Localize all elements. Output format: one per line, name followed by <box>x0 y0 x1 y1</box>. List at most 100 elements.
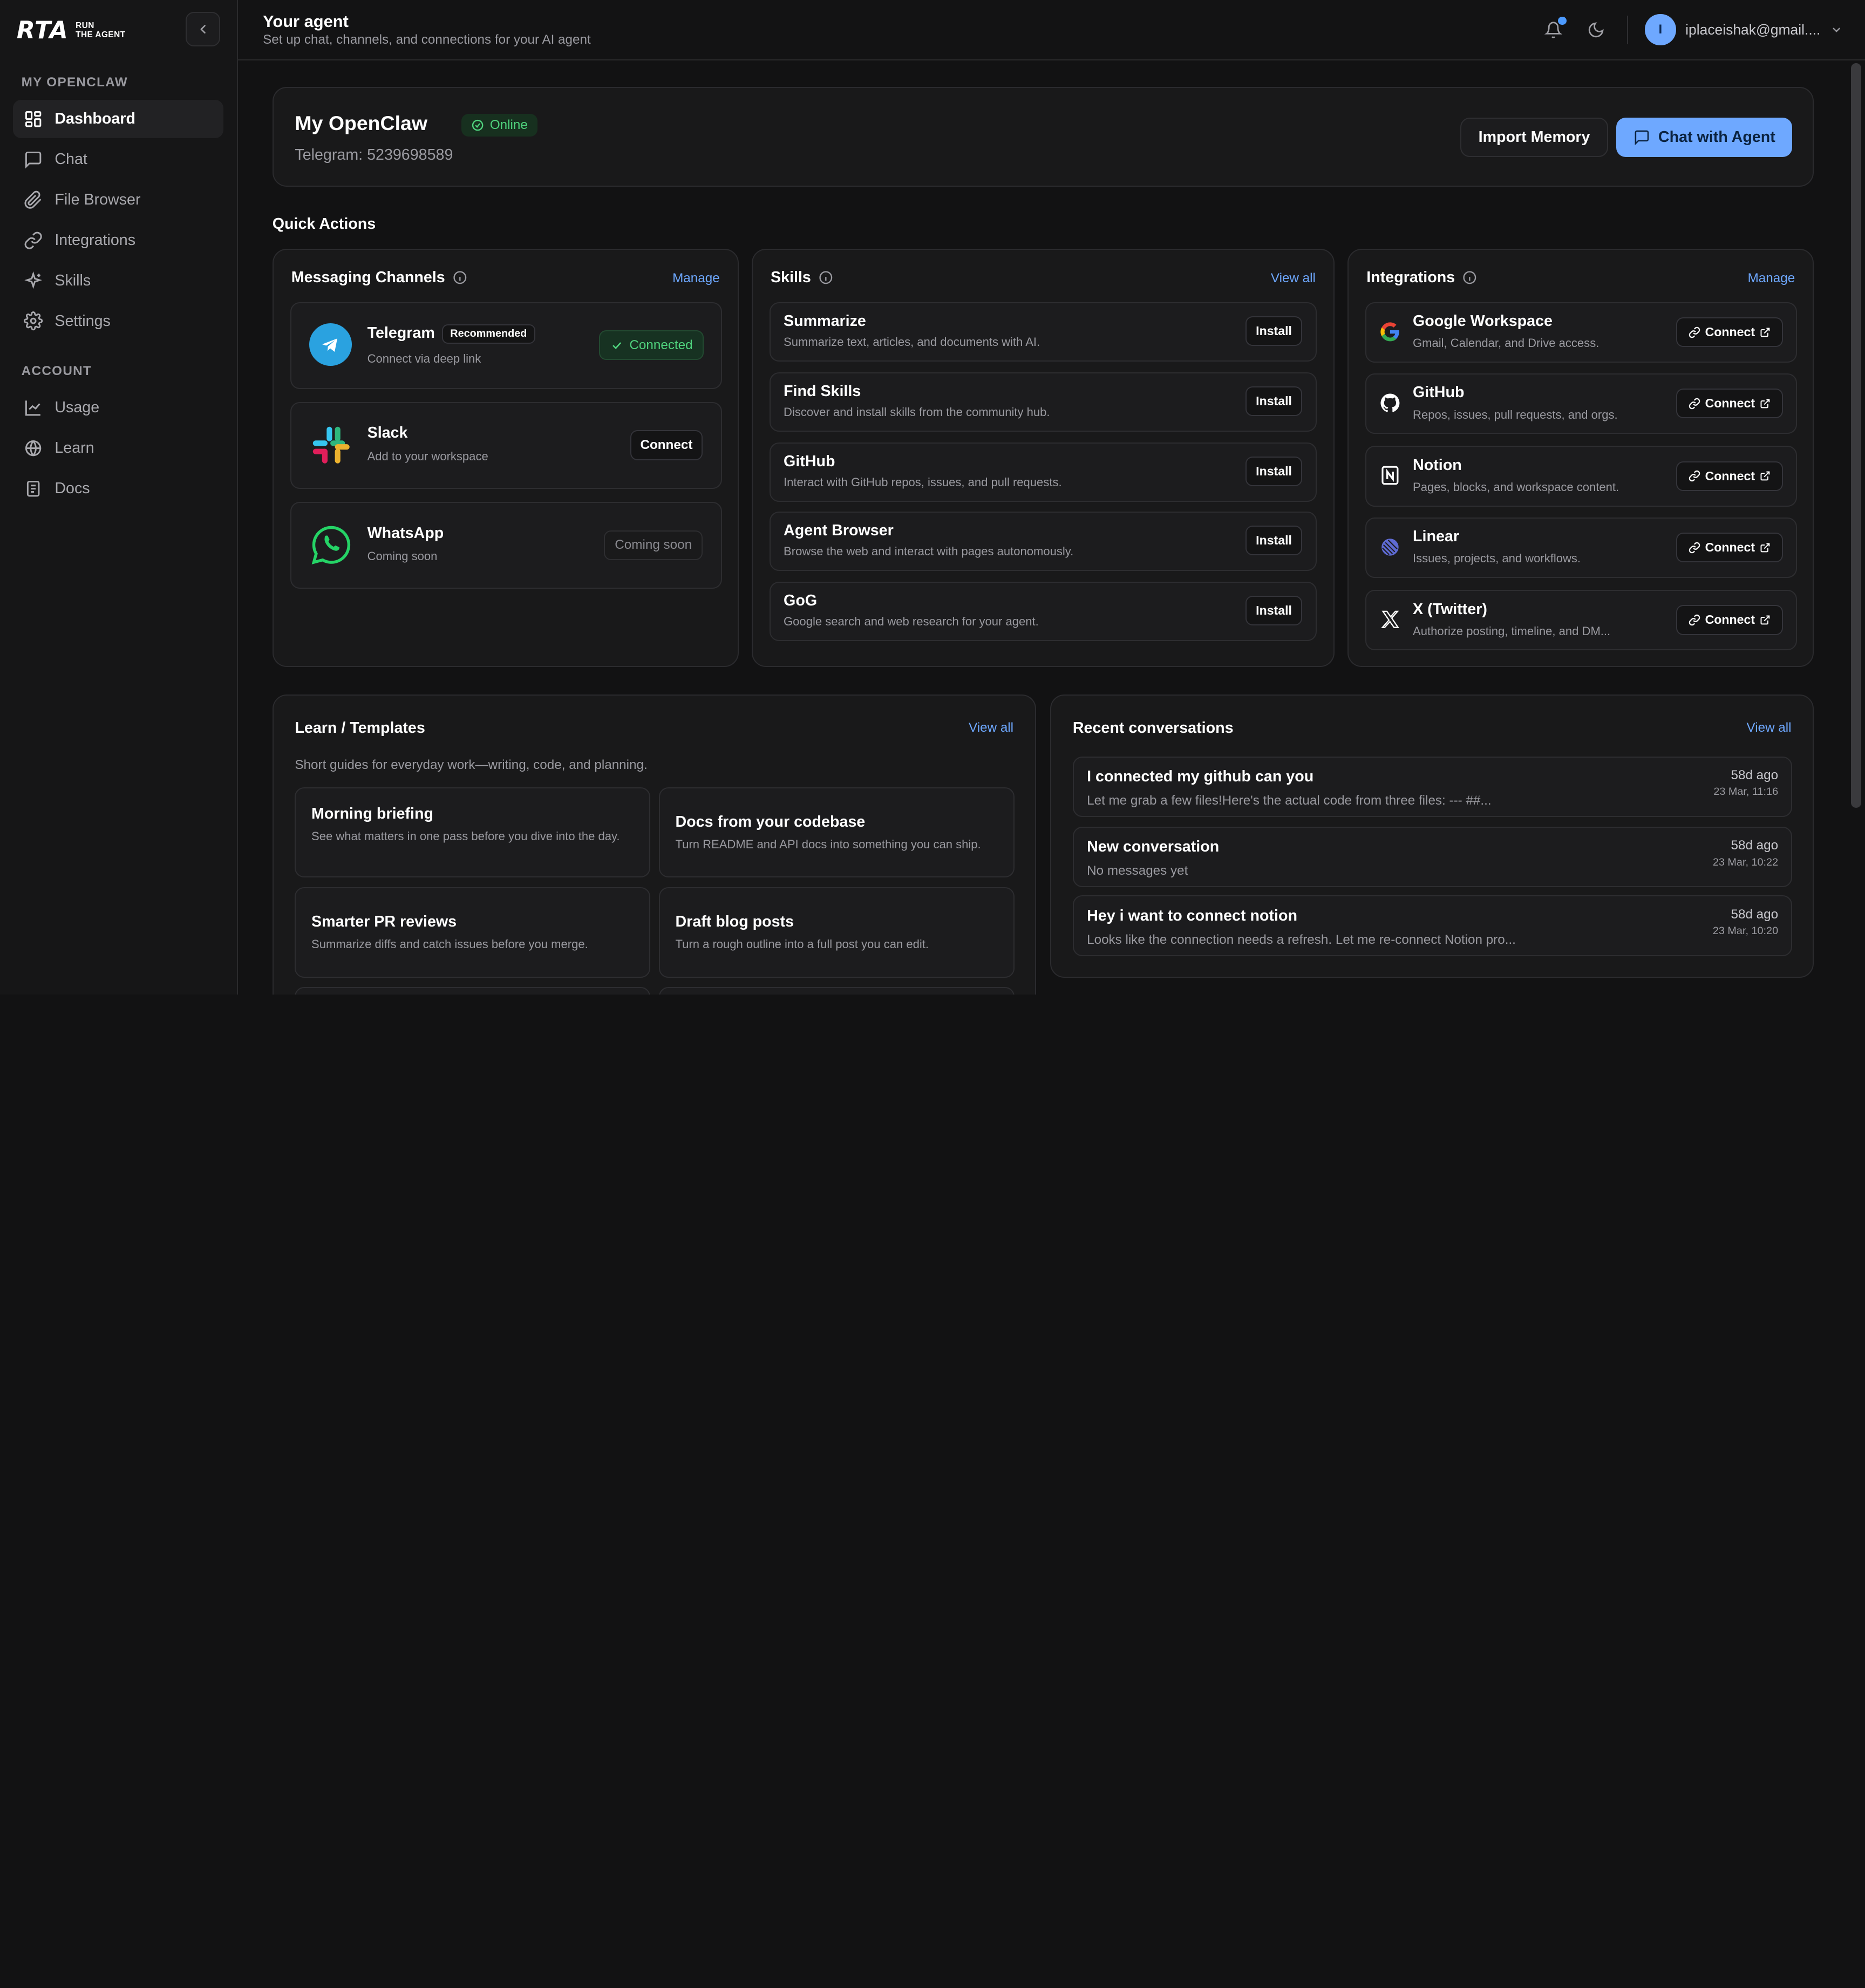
sidebar-item-label: Integrations <box>55 231 136 249</box>
sidebar-item-label: Skills <box>55 271 91 289</box>
theme-toggle-button[interactable] <box>1583 17 1609 43</box>
skills-view-all-link[interactable]: View all <box>1271 271 1316 286</box>
messaging-channels-card: Messaging Channels Manage Telegram Recomm… <box>272 248 739 668</box>
install-gog-button[interactable]: Install <box>1245 595 1303 625</box>
conversation-row[interactable]: Hey i want to connect notion Looks like … <box>1072 895 1793 956</box>
link-icon <box>1689 614 1700 626</box>
link-icon <box>1689 542 1700 553</box>
skills-card: Skills View all Summarize Summarize text… <box>751 248 1335 668</box>
integration-desc: Authorize posting, timeline, and DM... <box>1413 624 1611 638</box>
template-card[interactable]: Draft blog posts Turn a rough outline in… <box>658 887 1015 978</box>
page-title: Your agent <box>263 12 349 31</box>
sidebar-item-label: Chat <box>55 150 87 168</box>
main-scrollbar[interactable] <box>1850 63 1862 808</box>
install-github-button[interactable]: Install <box>1245 456 1303 487</box>
external-link-icon <box>1760 615 1770 625</box>
connect-github-button[interactable]: Connect <box>1676 389 1783 419</box>
chat-with-agent-button[interactable]: Chat with Agent <box>1616 117 1793 157</box>
install-find-skills-button[interactable]: Install <box>1245 386 1303 416</box>
link-icon <box>1689 471 1700 482</box>
sidebar-item-label: Dashboard <box>55 110 135 127</box>
sidebar-item-dashboard[interactable]: Dashboard <box>13 100 224 138</box>
template-card[interactable]: Morning briefing See what matters in one… <box>295 787 651 878</box>
recent-conversations-card: Recent conversations View all I connecte… <box>1050 695 1814 978</box>
manage-integrations-link[interactable]: Manage <box>1748 271 1795 286</box>
integration-row-x: X (Twitter) Authorize posting, timeline,… <box>1365 590 1798 651</box>
channel-desc: Add to your workspace <box>367 449 488 463</box>
connect-x-button[interactable]: Connect <box>1676 605 1783 635</box>
skill-name: Summarize <box>784 312 866 330</box>
connect-linear-button[interactable]: Connect <box>1676 533 1783 563</box>
sidebar-item-file-browser[interactable]: File Browser <box>13 181 223 219</box>
sparkle-icon <box>24 271 43 289</box>
notification-dot <box>1558 16 1567 25</box>
slack-connect-button[interactable]: Connect <box>630 430 703 460</box>
user-menu[interactable]: I iplaceishak@gmail.... <box>1645 14 1843 45</box>
sidebar-item-label: Learn <box>55 439 94 457</box>
recent-view-all-link[interactable]: View all <box>1746 720 1791 736</box>
brand-logo[interactable]: RTA RUN THE AGENT <box>17 17 126 44</box>
sidebar-item-usage[interactable]: Usage <box>13 389 223 427</box>
skill-name: GoG <box>784 592 818 610</box>
main-content: My OpenClaw Online Telegram: 5239698589 … <box>238 60 1865 995</box>
info-icon[interactable] <box>452 270 468 285</box>
sidebar-section-account: ACCOUNT <box>21 364 92 379</box>
connect-google-button[interactable]: Connect <box>1676 317 1783 348</box>
sidebar-item-label: Settings <box>55 312 111 330</box>
sidebar-item-settings[interactable]: Settings <box>13 302 223 341</box>
info-icon[interactable] <box>1462 270 1478 285</box>
card-title-text: Messaging Channels <box>291 268 445 286</box>
check-icon <box>612 342 622 349</box>
chart-icon <box>25 400 40 416</box>
install-summarize-button[interactable]: Install <box>1245 316 1303 346</box>
conversation-row[interactable]: I connected my github can you Let me gra… <box>1072 756 1793 817</box>
quick-actions-title: Quick Actions <box>272 215 376 233</box>
learn-view-all-link[interactable]: View all <box>969 720 1013 736</box>
skills-title: Skills <box>771 269 834 287</box>
skill-row: Agent Browser Browse the web and interac… <box>769 511 1317 571</box>
agent-card: My OpenClaw Online Telegram: 5239698589 … <box>272 86 1814 187</box>
channel-name: Slack <box>367 424 408 442</box>
integration-row-linear: Linear Issues, projects, and workflows. … <box>1365 517 1798 578</box>
telegram-connected-badge: Connected <box>599 330 704 360</box>
sidebar-item-integrations[interactable]: Integrations <box>13 221 223 260</box>
import-memory-label: Import Memory <box>1478 128 1590 146</box>
logo-wordmark: RTA <box>16 16 69 44</box>
notifications-button[interactable] <box>1540 16 1567 43</box>
template-desc: Turn a rough outline into a full post yo… <box>675 937 929 951</box>
sidebar-item-chat[interactable]: Chat <box>13 140 223 179</box>
connect-label: Connect <box>1705 325 1755 339</box>
manage-channels-link[interactable]: Manage <box>672 271 720 286</box>
channel-row-telegram: Telegram Recommended Connect via deep lin… <box>290 302 722 389</box>
template-card[interactable]: Docs from your codebase Turn README and … <box>658 787 1015 878</box>
info-icon[interactable] <box>818 270 834 285</box>
conversation-title: Hey i want to connect notion <box>1087 907 1297 925</box>
skill-name: Agent Browser <box>784 522 894 540</box>
conversation-date: 23 Mar, 10:20 <box>1712 925 1779 937</box>
telegram-icon <box>309 323 352 366</box>
sidebar-item-label: Usage <box>55 399 100 417</box>
sidebar-item-label: Docs <box>55 480 90 498</box>
sidebar-item-label: File Browser <box>55 190 141 208</box>
conversation-age: 58d ago <box>1731 907 1779 922</box>
channel-desc: Connect via deep link <box>367 351 481 365</box>
collapse-sidebar-button[interactable] <box>185 12 220 46</box>
template-title: Docs from your codebase <box>675 813 866 831</box>
template-card[interactable] <box>295 987 651 995</box>
sidebar-item-learn[interactable]: Learn <box>13 430 223 468</box>
connect-notion-button[interactable]: Connect <box>1676 461 1783 491</box>
skill-desc: Discover and install skills from the com… <box>784 405 1050 419</box>
sidebar-item-skills[interactable]: Skills <box>13 262 223 300</box>
github-icon <box>1378 391 1402 415</box>
conversation-row[interactable]: New conversation No messages yet 58d ago… <box>1072 826 1793 888</box>
integration-name: Google Workspace <box>1413 312 1553 330</box>
template-title: Draft blog posts <box>675 913 794 931</box>
app-root: RTA RUN THE AGENT MY OPENCLAW Dashboard … <box>0 0 1865 995</box>
sidebar-item-docs[interactable]: Docs <box>13 470 223 508</box>
install-agent-browser-button[interactable]: Install <box>1245 525 1303 555</box>
template-card[interactable] <box>658 987 1015 995</box>
conversation-preview: Looks like the connection needs a refres… <box>1087 932 1516 947</box>
import-memory-button[interactable]: Import Memory <box>1460 117 1608 157</box>
template-card[interactable]: Smarter PR reviews Summarize diffs and c… <box>295 887 651 978</box>
agent-telegram-id: Telegram: 5239698589 <box>295 146 453 164</box>
